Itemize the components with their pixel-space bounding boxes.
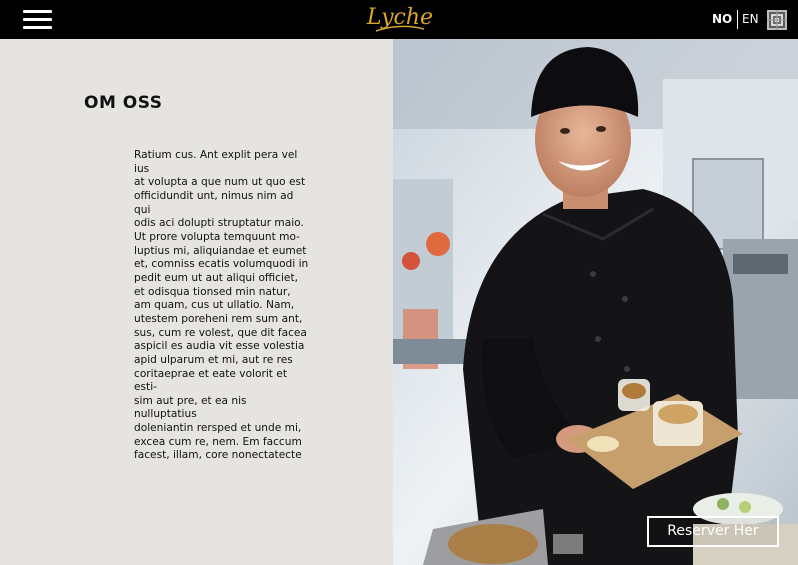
brand-logo[interactable]: Lyche xyxy=(360,3,440,35)
pattern-logo-icon[interactable] xyxy=(767,10,787,30)
hamburger-menu-icon[interactable] xyxy=(23,10,52,30)
reserve-button[interactable]: Reserver Her xyxy=(647,516,779,547)
language-divider xyxy=(737,10,738,29)
top-bar: Lyche NO EN xyxy=(0,0,798,39)
logo-swash xyxy=(375,25,425,32)
about-body-text: Ratium cus. Ant explit pera vel ius at v… xyxy=(134,149,309,462)
chef-photo xyxy=(393,39,798,565)
chef-photo-illustration xyxy=(393,39,798,565)
page-title: OM OSS xyxy=(84,93,163,113)
language-en-link[interactable]: EN xyxy=(742,11,759,27)
about-section: OM OSS Ratium cus. Ant explit pera vel i… xyxy=(0,39,393,565)
language-no-link[interactable]: NO xyxy=(712,11,732,27)
